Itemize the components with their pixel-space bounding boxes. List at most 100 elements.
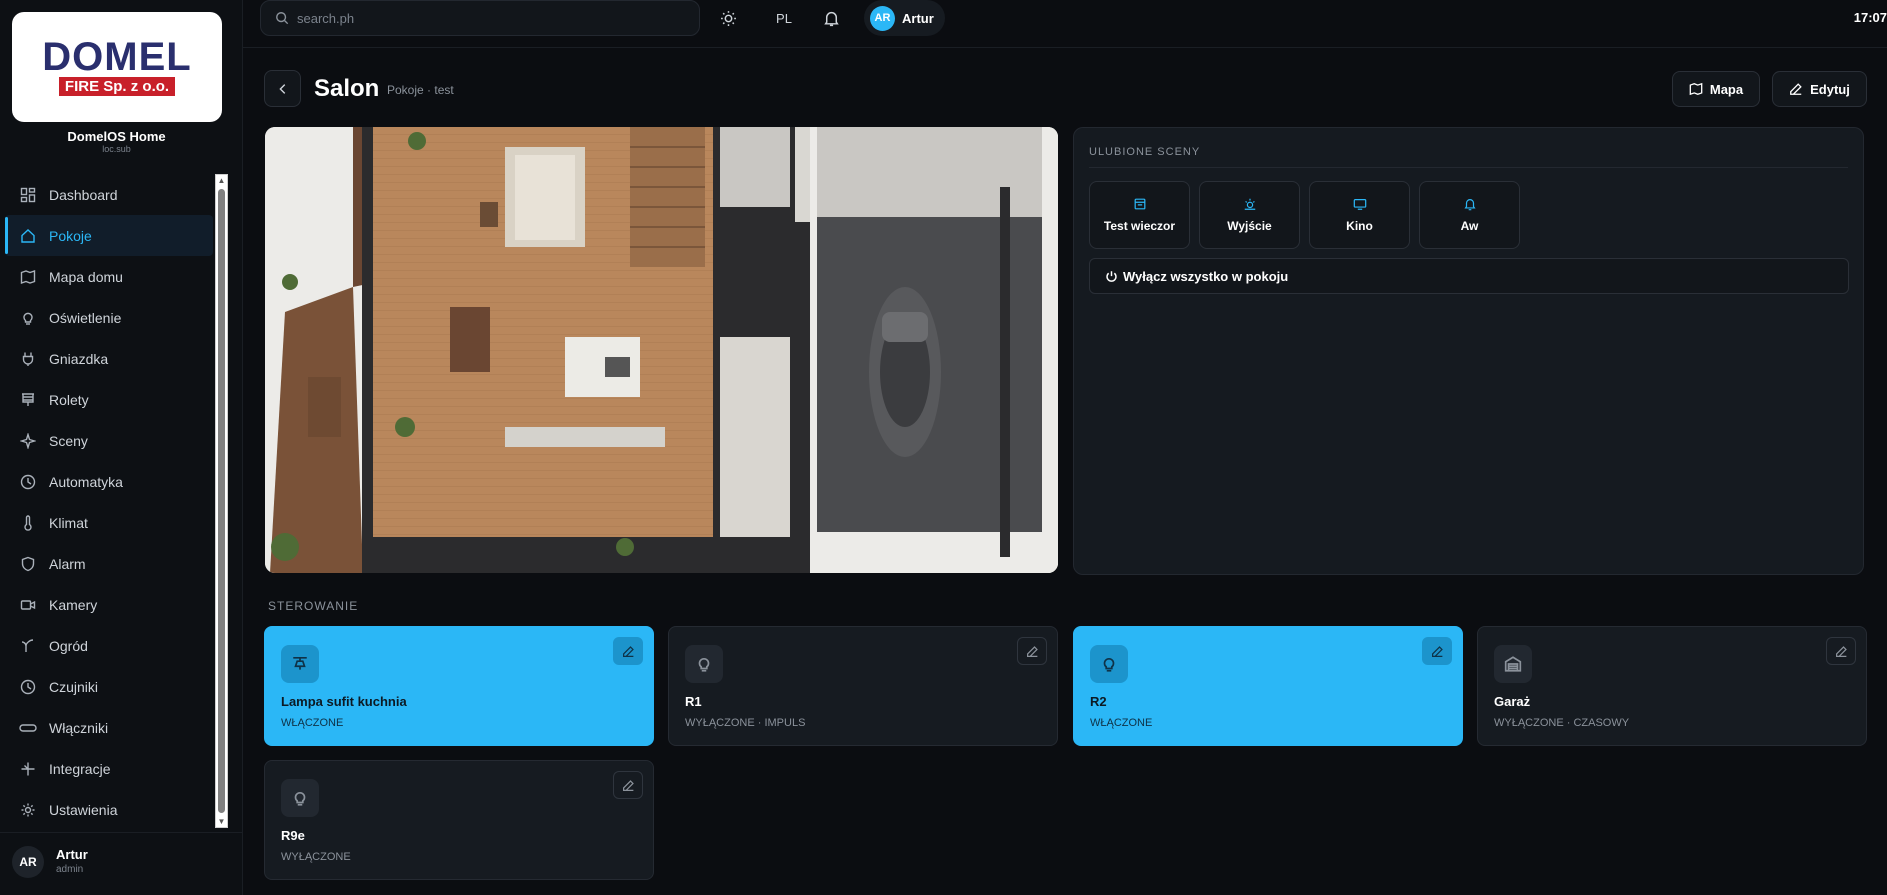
scroll-down-arrow-icon[interactable]: ▼	[217, 817, 226, 826]
sidebar-item-ogrod[interactable]: Ogród	[5, 625, 213, 666]
scene-kino-button[interactable]: Kino	[1309, 181, 1410, 249]
pencil-icon	[1835, 645, 1848, 658]
device-name: R9e	[281, 828, 305, 843]
sidebar-item-integracje[interactable]: Integracje	[5, 748, 213, 789]
scene-label: Wyjście	[1227, 219, 1272, 233]
pencil-icon	[622, 645, 635, 658]
sidebar-item-rolety[interactable]: Rolety	[5, 379, 213, 420]
app: DOMEL FIRE Sp. z o.o. DomelOS Home loc.s…	[0, 0, 1887, 895]
sidebar-item-mapa-domu[interactable]: Mapa domu	[5, 256, 213, 297]
clock-icon	[19, 473, 37, 491]
device-name: R2	[1090, 694, 1107, 709]
device-card-garaz[interactable]: Garaż WYŁĄCZONE · CZASOWY	[1477, 626, 1867, 746]
edit-device-button[interactable]	[613, 637, 643, 665]
calendar-icon	[1133, 197, 1147, 211]
controls-heading: STEROWANIE	[268, 599, 359, 613]
edit-device-button[interactable]	[613, 771, 643, 799]
pencil-icon	[1789, 82, 1803, 96]
scrollbar-thumb[interactable]	[218, 189, 225, 813]
scene-label: Aw	[1460, 219, 1479, 233]
scene-test-wieczor-button[interactable]: Test wieczor	[1089, 181, 1190, 249]
logo-main-text: DOMEL	[42, 35, 192, 79]
sidebar-scrollbar[interactable]: ▲ ▼	[215, 174, 228, 828]
divider	[1089, 167, 1848, 168]
sidebar-item-alarm[interactable]: Alarm	[5, 543, 213, 584]
device-card-r9e[interactable]: R9e WYŁĄCZONE	[264, 760, 654, 880]
room-floor-plan-image[interactable]	[265, 127, 1058, 573]
sidebar-nav: Dashboard Pokoje Mapa domu Oświetlenie G…	[5, 174, 213, 830]
user-role: admin	[56, 864, 84, 875]
sidebar-item-wlaczniki[interactable]: Włączniki	[5, 707, 213, 748]
logo-sub-text: FIRE Sp. z o.o.	[58, 77, 176, 96]
sidebar-item-automatyka[interactable]: Automatyka	[5, 461, 213, 502]
sidebar-item-label: Ustawienia	[49, 801, 118, 818]
device-status: WYŁĄCZONE · CZASOWY	[1494, 717, 1630, 729]
scene-aw-button[interactable]: Aw	[1419, 181, 1520, 249]
search-input[interactable]	[297, 10, 677, 26]
monitor-icon	[1353, 197, 1367, 211]
garage-icon	[1494, 645, 1532, 683]
turn-all-off-button[interactable]: Wyłącz wszystko w pokoju	[1089, 258, 1849, 294]
user-name: Artur	[902, 10, 934, 26]
sprout-icon	[19, 637, 37, 655]
avatar: AR	[870, 5, 895, 31]
bulb-icon	[281, 779, 319, 817]
shield-icon	[19, 555, 37, 573]
sidebar-item-pokoje[interactable]: Pokoje	[5, 215, 213, 256]
edit-button-label: Edytuj	[1810, 81, 1850, 97]
map-button[interactable]: Mapa	[1672, 71, 1760, 107]
edit-device-button[interactable]	[1017, 637, 1047, 665]
scene-label: Kino	[1346, 219, 1373, 233]
device-status: WYŁĄCZONE	[281, 851, 351, 863]
scroll-up-arrow-icon[interactable]: ▲	[217, 176, 226, 185]
brand-logo[interactable]: DOMEL FIRE Sp. z o.o.	[12, 12, 222, 122]
home-subtitle: loc.sub	[102, 144, 131, 154]
language-button[interactable]: PL	[770, 4, 798, 32]
sidebar-item-dashboard[interactable]: Dashboard	[5, 174, 213, 215]
blinds-icon	[19, 391, 37, 409]
sensor-icon	[19, 678, 37, 696]
camera-icon	[19, 596, 37, 614]
pencil-icon	[622, 779, 635, 792]
thermometer-icon	[19, 514, 37, 532]
sidebar-item-label: Pokoje	[49, 227, 92, 244]
floor-plan-illustration	[265, 127, 1058, 573]
sidebar: DOMEL FIRE Sp. z o.o. DomelOS Home loc.s…	[0, 0, 243, 895]
scene-wyjscie-button[interactable]: Wyjście	[1199, 181, 1300, 249]
device-status: WŁĄCZONE	[1090, 717, 1153, 729]
search-box[interactable]	[260, 0, 700, 36]
sidebar-item-kamery[interactable]: Kamery	[5, 584, 213, 625]
page-title: Salon	[314, 75, 380, 102]
device-card-lampa-sufit-kuchnia[interactable]: Lampa sufit kuchnia WŁĄCZONE	[264, 626, 654, 746]
sidebar-item-klimat[interactable]: Klimat	[5, 502, 213, 543]
device-card-r1[interactable]: R1 WYŁĄCZONE · IMPULS	[668, 626, 1058, 746]
clock: 17:07	[1853, 10, 1887, 25]
user-menu-button[interactable]: AR Artur	[864, 0, 945, 36]
edit-device-button[interactable]	[1826, 637, 1856, 665]
sidebar-item-label: Integracje	[49, 760, 111, 777]
device-name: Lampa sufit kuchnia	[281, 694, 407, 709]
sidebar-item-label: Mapa domu	[49, 268, 123, 285]
sidebar-item-czujniki[interactable]: Czujniki	[5, 666, 213, 707]
notifications-button[interactable]	[817, 4, 845, 32]
sidebar-user[interactable]: AR Artur admin	[0, 832, 243, 895]
topbar: PL AR Artur 17:07	[243, 0, 1887, 48]
scene-label: Test wieczor	[1103, 219, 1176, 233]
edit-button[interactable]: Edytuj	[1772, 71, 1867, 107]
theme-toggle-button[interactable]	[714, 4, 742, 32]
chevron-left-icon	[276, 82, 290, 96]
sidebar-item-gniazdka[interactable]: Gniazdka	[5, 338, 213, 379]
sparkle-icon	[19, 432, 37, 450]
sidebar-item-label: Rolety	[49, 391, 89, 408]
sidebar-item-sceny[interactable]: Sceny	[5, 420, 213, 461]
search-icon	[275, 11, 289, 25]
sidebar-item-oswietlenie[interactable]: Oświetlenie	[5, 297, 213, 338]
bell-icon	[823, 10, 840, 27]
sidebar-item-ustawienia[interactable]: Ustawienia	[5, 789, 213, 830]
back-button[interactable]	[264, 70, 301, 107]
user-name: Artur	[56, 847, 88, 862]
map-icon	[19, 268, 37, 286]
device-card-r2[interactable]: R2 WŁĄCZONE	[1073, 626, 1463, 746]
edit-device-button[interactable]	[1422, 637, 1452, 665]
sidebar-item-label: Oświetlenie	[49, 309, 122, 326]
